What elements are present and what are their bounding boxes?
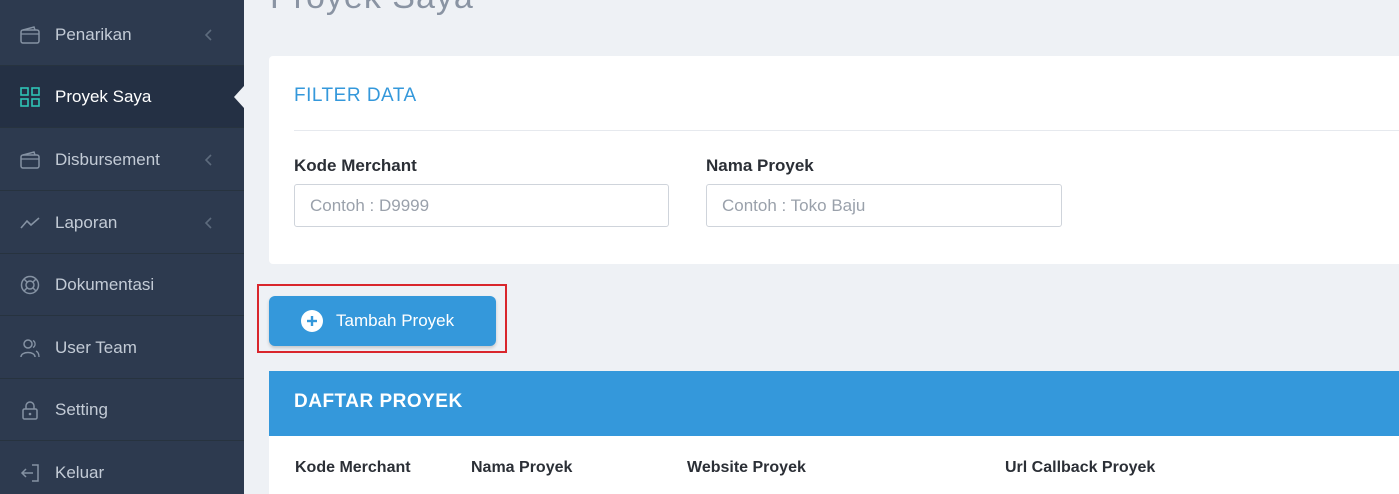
- logout-icon: [20, 463, 40, 483]
- plus-circle-icon: [301, 310, 323, 332]
- chevron-left-icon: [203, 28, 215, 41]
- add-project-button[interactable]: Tambah Proyek: [269, 296, 496, 346]
- project-list-card: DAFTAR PROYEK Kode Merchant Nama Proyek …: [269, 371, 1399, 494]
- sidebar-item-label: Laporan: [55, 212, 118, 232]
- column-header-nama-proyek[interactable]: Nama Proyek: [471, 459, 572, 477]
- list-header: DAFTAR PROYEK: [269, 371, 1399, 436]
- sidebar-item-proyek-saya[interactable]: Proyek Saya: [0, 66, 244, 128]
- sidebar-item-label: Keluar: [55, 462, 105, 482]
- page-title: Proyek Saya: [270, 0, 474, 17]
- wallet-icon: [20, 25, 40, 45]
- grid-icon: [20, 86, 40, 107]
- add-project-label: Tambah Proyek: [336, 311, 455, 330]
- sidebar: Penarikan Proyek Saya Disbursement Lapor…: [0, 0, 244, 494]
- sidebar-item-label: Dokumentasi: [55, 274, 155, 294]
- sidebar-item-dokumentasi[interactable]: Dokumentasi: [0, 254, 244, 316]
- sidebar-item-laporan[interactable]: Laporan: [0, 192, 244, 254]
- chevron-left-icon: [203, 153, 215, 166]
- app-root: Penarikan Proyek Saya Disbursement Lapor…: [0, 0, 1399, 494]
- sidebar-item-label: Disbursement: [55, 149, 160, 169]
- column-header-kode-merchant[interactable]: Kode Merchant: [295, 459, 411, 477]
- nama-proyek-input[interactable]: [706, 184, 1062, 227]
- kode-merchant-label: Kode Merchant: [294, 156, 417, 175]
- sidebar-item-user-team[interactable]: User Team: [0, 317, 244, 379]
- lifebuoy-icon: [20, 275, 40, 295]
- sidebar-item-label: Setting: [55, 399, 108, 419]
- sidebar-item-disbursement[interactable]: Disbursement: [0, 129, 244, 191]
- sidebar-item-setting[interactable]: Setting: [0, 379, 244, 441]
- filter-card: FILTER DATA Kode Merchant Nama Proyek: [269, 56, 1399, 264]
- sidebar-item-label: Penarikan: [55, 24, 132, 44]
- filter-title: FILTER DATA: [294, 85, 417, 106]
- sidebar-item-label: Proyek Saya: [55, 86, 152, 106]
- users-icon: [20, 338, 40, 358]
- chevron-left-icon: [203, 216, 215, 229]
- column-header-url-callback[interactable]: Url Callback Proyek: [1005, 459, 1155, 477]
- sidebar-item-penarikan[interactable]: Penarikan: [0, 4, 244, 66]
- chart-line-icon: [20, 213, 40, 233]
- kode-merchant-input[interactable]: [294, 184, 669, 227]
- sidebar-item-keluar[interactable]: Keluar: [0, 442, 244, 494]
- divider: [294, 130, 1399, 131]
- active-indicator: [234, 85, 244, 108]
- wallet-icon: [20, 150, 40, 170]
- lock-icon: [20, 400, 40, 420]
- list-title: DAFTAR PROYEK: [294, 391, 463, 412]
- sidebar-item-label: User Team: [55, 337, 137, 357]
- nama-proyek-label: Nama Proyek: [706, 156, 814, 175]
- column-header-website-proyek[interactable]: Website Proyek: [687, 459, 806, 477]
